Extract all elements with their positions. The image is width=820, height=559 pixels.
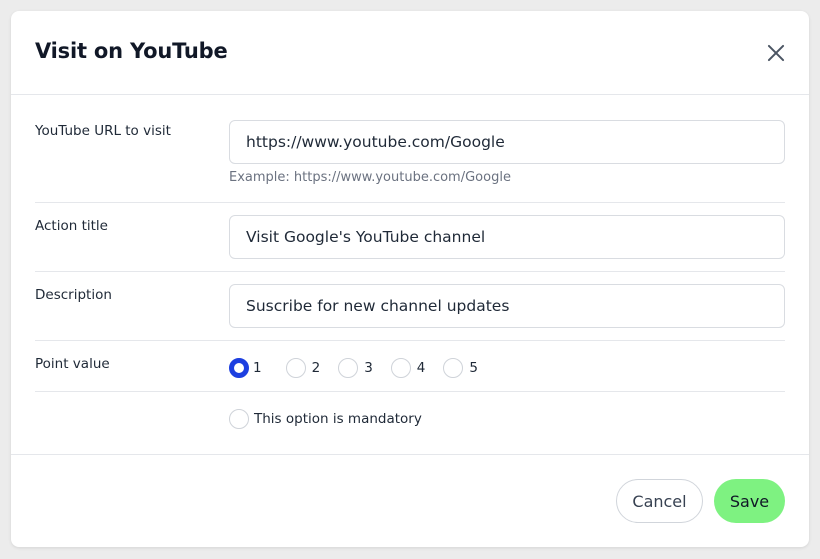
url-hint: Example: https://www.youtube.com/Google: [229, 170, 511, 185]
point-option-2[interactable]: 2: [285, 358, 321, 378]
description-label: Description: [35, 287, 112, 303]
description-input[interactable]: [229, 284, 785, 328]
point-option-label: 3: [364, 360, 373, 376]
mandatory-toggle[interactable]: This option is mandatory: [229, 409, 422, 429]
radio-checked-icon[interactable]: [229, 358, 249, 378]
mandatory-row: This option is mandatory: [35, 392, 785, 454]
action-title-row: Action title: [35, 203, 785, 272]
modal-footer: Cancel Save: [11, 454, 809, 547]
save-button[interactable]: Save: [714, 479, 785, 523]
action-title-label: Action title: [35, 218, 108, 234]
close-icon[interactable]: [765, 42, 787, 64]
modal-title: Visit on YouTube: [35, 39, 228, 63]
point-option-label: 5: [469, 360, 478, 376]
point-option-1[interactable]: 1: [229, 358, 262, 378]
visit-youtube-modal: Visit on YouTube YouTube URL to visit Ex…: [11, 11, 809, 547]
point-value-radio-group: 1 2 3 4 5: [229, 358, 488, 378]
url-input[interactable]: [229, 120, 785, 164]
point-option-4[interactable]: 4: [390, 358, 426, 378]
url-row: YouTube URL to visit Example: https://ww…: [35, 96, 785, 203]
point-option-label: 4: [416, 360, 426, 376]
point-value-row: Point value 1 2 3 4 5: [35, 341, 785, 392]
radio-unchecked-icon[interactable]: [390, 358, 411, 378]
mandatory-checkbox-icon[interactable]: [229, 409, 249, 429]
point-value-label: Point value: [35, 356, 110, 372]
radio-unchecked-icon[interactable]: [443, 358, 464, 378]
mandatory-label: This option is mandatory: [254, 411, 422, 427]
action-title-input[interactable]: [229, 215, 785, 259]
cancel-button[interactable]: Cancel: [616, 479, 703, 523]
point-option-3[interactable]: 3: [338, 358, 373, 378]
url-label: YouTube URL to visit: [35, 123, 171, 139]
radio-unchecked-icon[interactable]: [285, 358, 306, 378]
point-option-label: 1: [253, 360, 262, 376]
point-option-5[interactable]: 5: [443, 358, 478, 378]
radio-unchecked-icon[interactable]: [338, 358, 359, 378]
modal-header: Visit on YouTube: [11, 11, 809, 95]
description-row: Description: [35, 272, 785, 341]
point-option-label: 2: [311, 360, 321, 376]
